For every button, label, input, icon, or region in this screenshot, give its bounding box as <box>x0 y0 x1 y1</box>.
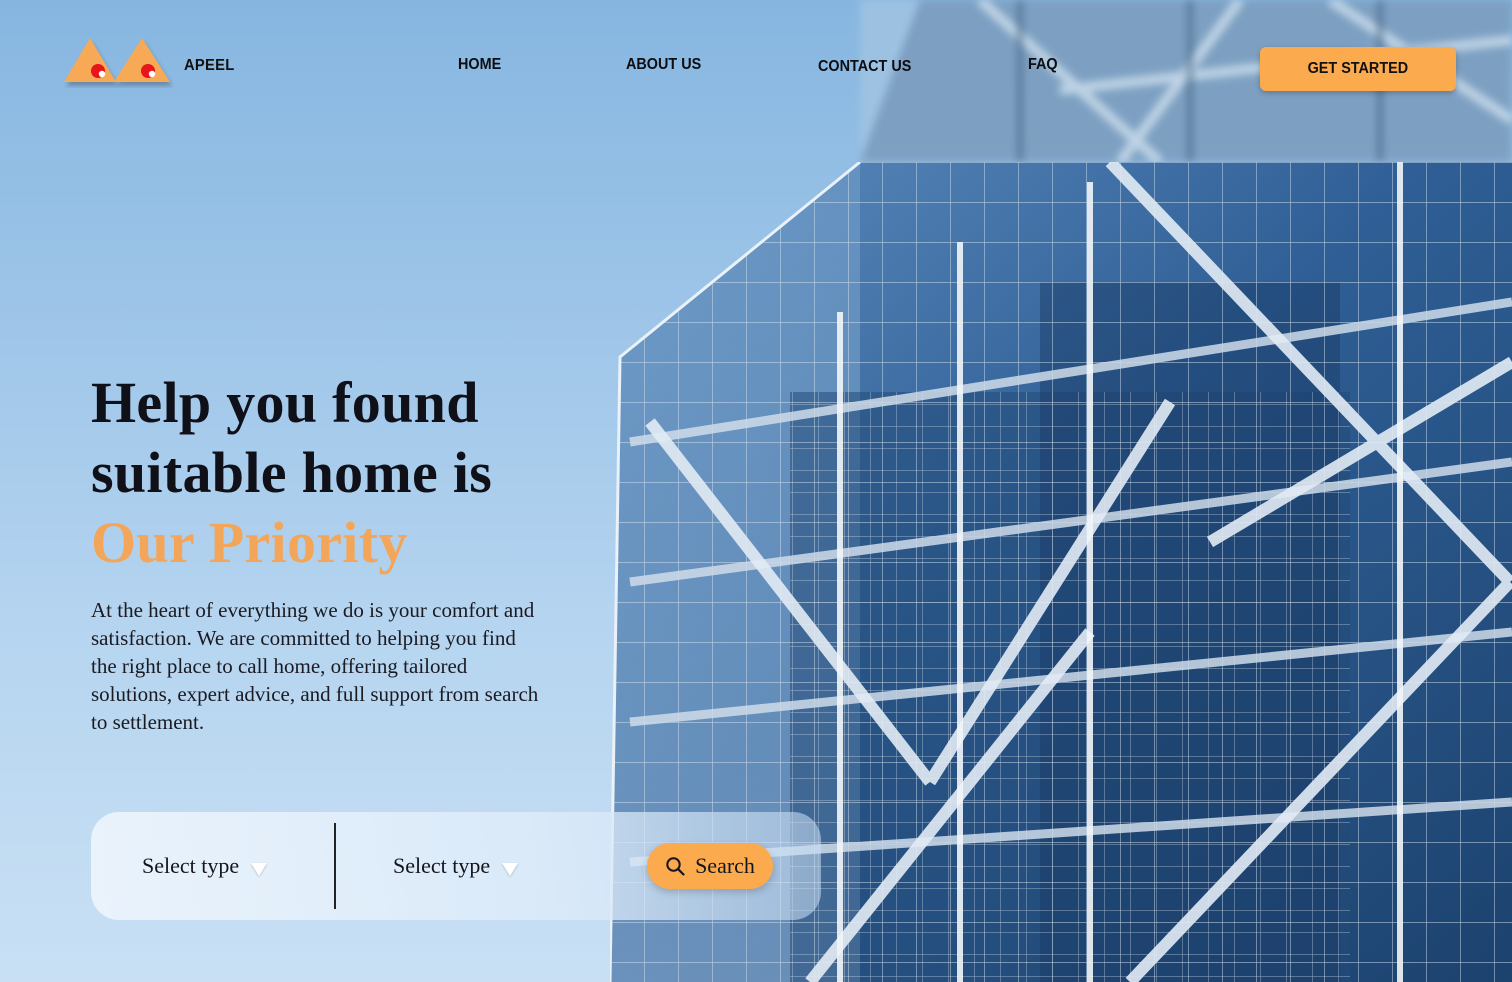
headline-accent: Our Priority <box>91 510 408 575</box>
type-select-2[interactable]: Select type <box>393 812 519 920</box>
type-select-1-label: Select type <box>142 853 240 878</box>
search-button-label: Search <box>695 853 755 878</box>
hero-description: At the heart of everything we do is your… <box>91 598 539 734</box>
nav-about-us[interactable]: ABOUT US <box>626 56 701 74</box>
hero-headline: Help you found suitable home is Our Prio… <box>91 368 611 578</box>
get-started-label: GET STARTED <box>1307 60 1409 77</box>
type-select-2-label: Select type <box>393 853 491 878</box>
brand-name[interactable]: APEEL <box>184 57 234 75</box>
caret-down-icon <box>502 862 519 876</box>
property-search-bar: Select type Select type Search <box>91 812 821 920</box>
search-divider <box>334 823 336 909</box>
type-select-1[interactable]: Select type <box>142 812 268 920</box>
headline-line-1: Help you found <box>91 370 479 435</box>
get-started-button[interactable]: GET STARTED <box>1260 47 1456 91</box>
headline-line-2: suitable home is <box>91 440 493 505</box>
search-icon <box>666 857 685 876</box>
caret-down-icon <box>251 862 268 876</box>
nav-home[interactable]: HOME <box>458 56 501 74</box>
site-header: APEEL HOME ABOUT US CONTACT US FAQ GET S… <box>0 0 1512 140</box>
search-button[interactable]: Search <box>647 843 773 889</box>
logo-icon[interactable] <box>64 36 174 88</box>
nav-contact-us[interactable]: CONTACT US <box>818 58 911 76</box>
nav-faq[interactable]: FAQ <box>1028 56 1058 74</box>
